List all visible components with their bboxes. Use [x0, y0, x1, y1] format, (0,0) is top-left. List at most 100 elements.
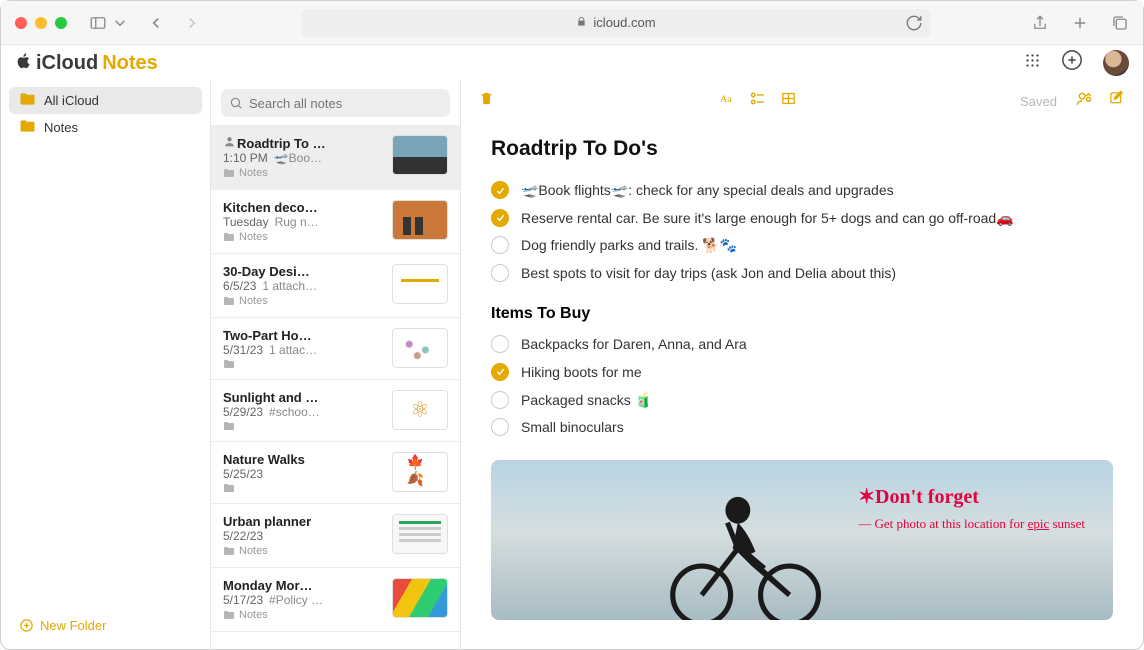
note-title: Monday Mor… — [223, 578, 313, 593]
chevron-down-icon[interactable] — [111, 14, 129, 32]
note-title: Nature Walks — [223, 452, 305, 467]
apple-logo-icon — [15, 52, 32, 75]
checklist-button[interactable] — [749, 90, 766, 112]
note-row[interactable]: Monday Mor…5/17/23 #Policy …Notes — [211, 568, 460, 632]
folder-icon — [19, 119, 36, 136]
note-folder: Notes — [239, 231, 268, 243]
note-date: 5/25/23 — [223, 467, 263, 481]
text-style-button[interactable]: Aa — [718, 90, 735, 112]
note-body[interactable]: Roadtrip To Do's 🛫Book flights🛫: check f… — [461, 121, 1143, 649]
search-icon — [229, 96, 243, 110]
new-tab-icon[interactable] — [1071, 14, 1089, 32]
minimize-window-button[interactable] — [35, 17, 47, 29]
note-snippet: #schoo… — [269, 405, 320, 419]
note-row[interactable]: Kitchen deco…TuesdayRug n…Notes — [211, 190, 460, 254]
search-field[interactable] — [249, 96, 442, 111]
search-input[interactable] — [221, 89, 450, 117]
brand-icloud-text: iCloud — [36, 52, 98, 75]
new-note-button[interactable] — [1108, 90, 1125, 112]
handwritten-annotation: ✶Don't forget — Get photo at this locati… — [858, 484, 1085, 533]
checklist-text: Backpacks for Daren, Anna, and Ara — [521, 335, 747, 355]
checklist-item[interactable]: Packaged snacks 🧃 — [491, 391, 1113, 411]
note-title: Roadtrip To … — [237, 136, 326, 151]
checklist-text: Hiking boots for me — [521, 363, 642, 383]
folder-small-icon — [223, 483, 235, 493]
checkbox-unchecked[interactable] — [491, 236, 509, 254]
account-avatar[interactable] — [1103, 50, 1129, 76]
note-row[interactable]: 30-Day Desi…6/5/231 attach…Notes — [211, 254, 460, 318]
checkbox-checked[interactable] — [491, 209, 509, 227]
checklist-item[interactable]: Small binoculars — [491, 418, 1113, 438]
checklist-item[interactable]: Backpacks for Daren, Anna, and Ara — [491, 335, 1113, 355]
note-snippet: 1 attach… — [262, 279, 317, 293]
checklist-main: 🛫Book flights🛫: check for any special de… — [491, 181, 1113, 283]
checkbox-unchecked[interactable] — [491, 391, 509, 409]
note-detail-column: Aa Saved Roadtrip To Do's 🛫Book flights🛫… — [461, 81, 1143, 649]
note-subtitle: Items To Buy — [491, 305, 1113, 323]
checkbox-checked[interactable] — [491, 181, 509, 199]
checklist-text: Small binoculars — [521, 418, 624, 438]
checkbox-unchecked[interactable] — [491, 418, 509, 436]
checklist-item[interactable]: Best spots to visit for day trips (ask J… — [491, 264, 1113, 284]
note-row[interactable]: Two-Part Ho…5/31/231 attac… — [211, 318, 460, 380]
note-row[interactable]: Roadtrip To …1:10 PM🛫Boo…Notes — [211, 125, 460, 190]
note-folder: Notes — [239, 545, 268, 557]
address-bar[interactable]: icloud.com — [301, 9, 931, 37]
refresh-icon[interactable] — [905, 14, 923, 32]
folder-notes[interactable]: Notes — [9, 114, 202, 141]
folder-all-icloud[interactable]: All iCloud — [9, 87, 202, 114]
share-icon[interactable] — [1031, 14, 1049, 32]
zoom-window-button[interactable] — [55, 17, 67, 29]
share-collaborate-button[interactable] — [1075, 89, 1094, 113]
forward-button[interactable] — [183, 14, 201, 32]
url-text: icloud.com — [593, 15, 655, 30]
folder-label: Notes — [44, 120, 78, 135]
note-title: Kitchen deco… — [223, 200, 318, 215]
folder-small-icon — [223, 359, 235, 369]
create-button[interactable] — [1061, 49, 1083, 77]
note-folder: Notes — [239, 295, 268, 307]
checklist-items-to-buy: Backpacks for Daren, Anna, and Ara Hiking… — [491, 335, 1113, 437]
note-thumbnail — [392, 200, 448, 240]
note-attachment-image[interactable]: ✶Don't forget — Get photo at this locati… — [491, 460, 1113, 620]
folder-small-icon — [223, 232, 235, 242]
checklist-item[interactable]: Hiking boots for me — [491, 363, 1113, 383]
note-date: 5/22/23 — [223, 529, 263, 543]
note-date: 5/31/23 — [223, 343, 263, 357]
note-snippet: #Policy … — [269, 593, 323, 607]
shared-icon — [223, 135, 237, 148]
note-folder: Notes — [239, 167, 268, 179]
note-toolbar: Aa Saved — [461, 81, 1143, 121]
tabs-overview-icon[interactable] — [1111, 14, 1129, 32]
note-title: Urban planner — [223, 514, 311, 529]
checkbox-checked[interactable] — [491, 363, 509, 381]
folder-small-icon — [223, 168, 235, 178]
svg-text:Aa: Aa — [720, 94, 732, 105]
back-button[interactable] — [147, 14, 165, 32]
checkbox-unchecked[interactable] — [491, 264, 509, 282]
note-title: 30-Day Desi… — [223, 264, 310, 279]
checklist-text: Packaged snacks 🧃 — [521, 391, 652, 411]
checklist-text: Best spots to visit for day trips (ask J… — [521, 264, 896, 284]
new-folder-button[interactable]: New Folder — [9, 608, 202, 643]
note-row[interactable]: Nature Walks5/25/23 — [211, 442, 460, 504]
note-row[interactable]: Urban planner5/22/23 Notes — [211, 504, 460, 568]
delete-note-button[interactable] — [479, 90, 494, 112]
note-date: 5/17/23 — [223, 593, 263, 607]
sidebar-toggle-icon[interactable] — [89, 14, 107, 32]
close-window-button[interactable] — [15, 17, 27, 29]
table-button[interactable] — [780, 90, 797, 112]
window-controls — [15, 17, 67, 29]
checklist-item[interactable]: Dog friendly parks and trails. 🐕🐾 — [491, 236, 1113, 256]
annotation-line1: ✶Don't forget — [858, 484, 1085, 510]
app-launcher-icon[interactable] — [1024, 52, 1041, 75]
checklist-item[interactable]: 🛫Book flights🛫: check for any special de… — [491, 181, 1113, 201]
checklist-item[interactable]: Reserve rental car. Be sure it's large e… — [491, 209, 1113, 229]
folder-icon — [19, 92, 36, 109]
note-row[interactable]: Sunlight and …5/29/23#schoo… — [211, 380, 460, 442]
note-snippet: 🛫Boo… — [274, 151, 322, 165]
note-title: Sunlight and … — [223, 390, 318, 405]
checkbox-unchecked[interactable] — [491, 335, 509, 353]
notes-list-column: Roadtrip To …1:10 PM🛫Boo…NotesKitchen de… — [211, 81, 461, 649]
note-folder: Notes — [239, 609, 268, 621]
